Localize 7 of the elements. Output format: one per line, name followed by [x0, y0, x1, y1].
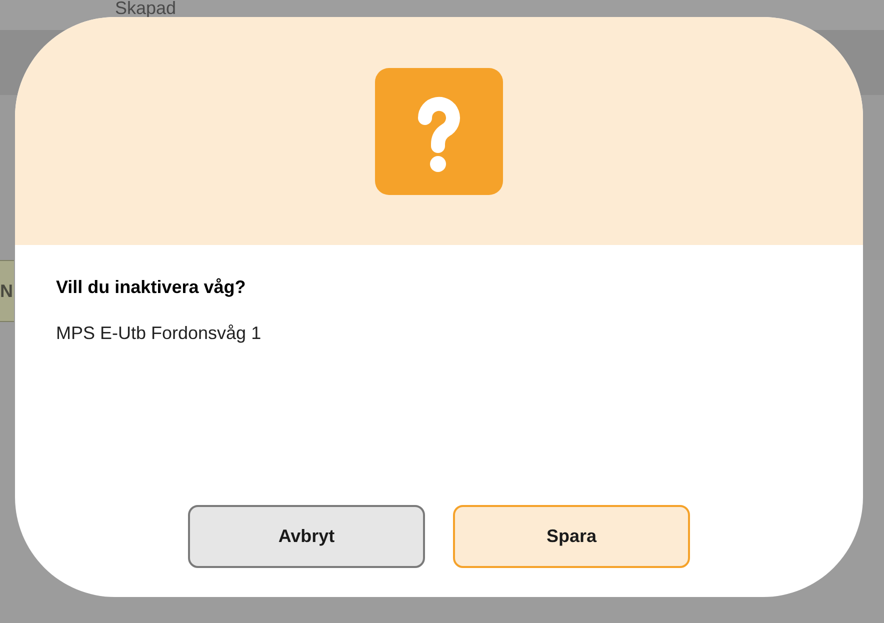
cancel-button[interactable]: Avbryt	[188, 505, 425, 568]
dialog-message: MPS E-Utb Fordonsvåg 1	[56, 322, 262, 345]
question-icon	[375, 68, 503, 194]
dialog-title: Vill du inaktivera våg?	[56, 276, 247, 299]
background-button[interactable]: N	[0, 260, 14, 322]
save-button[interactable]: Spara	[453, 505, 690, 568]
column-header: Skapad	[115, 0, 178, 16]
